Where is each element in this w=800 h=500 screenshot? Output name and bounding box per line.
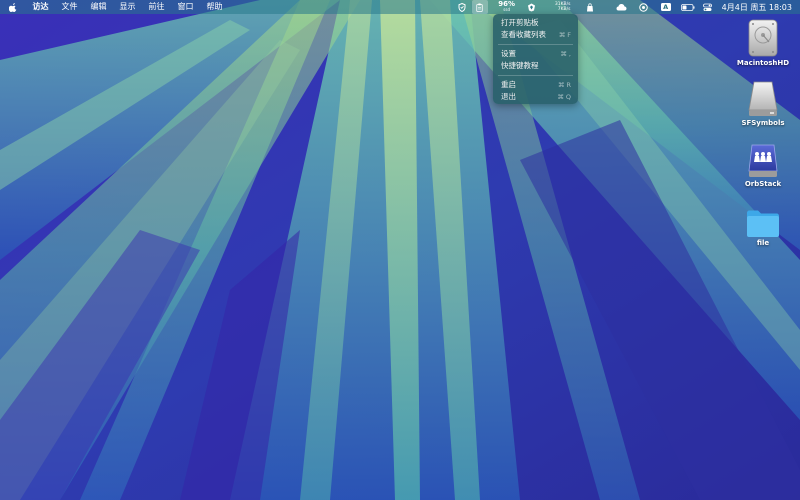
desktop-icon-label: file <box>756 239 770 247</box>
menu-item-label: 重启 <box>501 80 516 89</box>
menu-item-label: 快捷键教程 <box>501 61 539 70</box>
desktop-wallpaper <box>0 0 800 500</box>
menu-bar: 访达 文件 编辑 显示 前往 窗口 帮助 96% ssd 31KB/s 7KB/… <box>0 0 800 14</box>
menu-separator <box>498 44 573 45</box>
bag-icon <box>586 2 593 11</box>
menu-item-open-clipboard[interactable]: 打开剪贴板 <box>493 17 578 29</box>
desktop-icon-sfsymbols[interactable]: SFSymbols <box>733 80 793 127</box>
menu-edit[interactable]: 编辑 <box>84 0 113 14</box>
folder-icon <box>747 210 779 237</box>
menu-item-restart[interactable]: 重启 ⌘ R <box>493 79 578 91</box>
control-center-icon <box>703 3 713 11</box>
apple-menu[interactable] <box>0 0 26 14</box>
shield-icon <box>458 2 466 12</box>
desktop-icon-label: OrbStack <box>744 180 782 188</box>
menu-item-shortcut: ⌘ , <box>560 50 571 58</box>
menu-file[interactable]: 文件 <box>55 0 84 14</box>
menu-item-label: 打开剪贴板 <box>501 18 539 27</box>
tray-input-method[interactable]: A <box>658 0 674 14</box>
tray-target[interactable] <box>636 0 652 14</box>
desktop-icon-orbstack[interactable]: OrbStack <box>733 143 793 188</box>
tray-storage[interactable]: 96% ssd <box>494 0 520 14</box>
menu-item-shortcut: ⌘ R <box>557 81 571 89</box>
menu-item-settings[interactable]: 设置 ⌘ , <box>493 48 578 60</box>
menu-go[interactable]: 前往 <box>142 0 171 14</box>
tray-cloud[interactable] <box>614 0 630 14</box>
menu-item-label: 退出 <box>501 92 516 101</box>
menu-item-view-favorites[interactable]: 查看收藏列表 ⌘ F <box>493 29 578 41</box>
menu-item-quit[interactable]: 退出 ⌘ Q <box>493 91 578 103</box>
clipboard-icon <box>476 3 483 12</box>
net-download-speed: 7KB/s <box>557 7 571 12</box>
tray-bag[interactable] <box>582 0 598 14</box>
menu-finder[interactable]: 访达 <box>26 0 55 14</box>
clipboard-dropdown-menu: 打开剪贴板 查看收藏列表 ⌘ F 设置 ⌘ , 快捷键教程 重启 ⌘ R 退出 … <box>493 14 578 104</box>
menu-separator <box>498 75 573 76</box>
gem-icon <box>528 3 536 11</box>
menu-window[interactable]: 窗口 <box>171 0 200 14</box>
desktop-icon-label: SFSymbols <box>741 119 785 127</box>
tray-control-center[interactable] <box>700 0 716 14</box>
tray-brand[interactable] <box>524 0 540 14</box>
menu-item-label: 查看收藏列表 <box>501 30 546 39</box>
menu-item-shortcut: ⌘ Q <box>557 93 571 101</box>
menu-view[interactable]: 显示 <box>113 0 142 14</box>
drive-icon <box>748 81 778 116</box>
menu-item-label: 设置 <box>501 49 516 58</box>
menu-help[interactable]: 帮助 <box>200 0 229 14</box>
tray-battery[interactable] <box>680 0 696 14</box>
menubar-clock[interactable]: 4月4日 周五 18:03 <box>716 2 800 13</box>
menu-item-shortcut-tutorial[interactable]: 快捷键教程 <box>493 60 578 72</box>
tray-clipboard[interactable] <box>471 0 488 14</box>
battery-icon <box>680 3 695 11</box>
tray-network[interactable]: 31KB/s 7KB/s <box>548 0 578 14</box>
hard-drive-icon <box>748 19 778 57</box>
orbstack-icon <box>748 144 778 177</box>
desktop-icon-label: MacintoshHD <box>736 59 790 67</box>
target-icon <box>639 2 648 12</box>
tray-shield[interactable] <box>454 0 470 14</box>
input-method-badge: A <box>660 3 671 11</box>
storage-sublabel: ssd <box>503 7 511 12</box>
desktop-icon-macintoshhd[interactable]: MacintoshHD <box>733 18 793 67</box>
apple-icon <box>9 2 17 12</box>
cloud-icon <box>616 4 627 11</box>
desktop-icon-file[interactable]: file <box>733 208 793 247</box>
menu-item-shortcut: ⌘ F <box>558 31 571 39</box>
